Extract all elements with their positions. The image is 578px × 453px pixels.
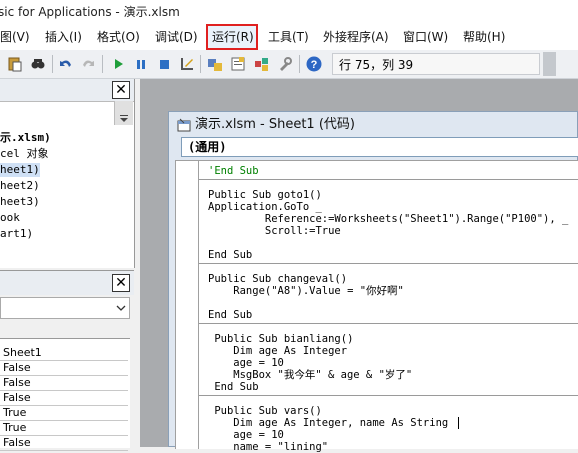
properties-object-combo[interactable] <box>0 297 130 319</box>
tree-item-objects-folder[interactable]: cel 对象 <box>0 147 49 161</box>
window-title: sic for Applications - 演示.xlsm <box>0 5 180 19</box>
code-line: Dim age As Integer, name As String <box>208 417 449 429</box>
property-value-row[interactable]: False <box>0 435 128 451</box>
code-line: age = 10 <box>208 429 284 441</box>
property-value-row[interactable]: True <box>0 405 128 421</box>
code-line: End Sub <box>208 249 253 261</box>
paste-icon[interactable] <box>7 56 23 72</box>
code-line: age = 10 <box>208 357 284 369</box>
reset-icon[interactable] <box>156 56 172 72</box>
code-line: Dim age As Integer <box>208 345 348 357</box>
svg-text:?: ? <box>311 59 318 71</box>
undo-icon[interactable] <box>58 56 74 72</box>
code-window: 演示.xlsm - Sheet1 (代码) (通用) 'End Sub Publ… <box>168 111 578 453</box>
code-line: Reference:=Worksheets("Sheet1").Range("P… <box>208 213 569 225</box>
property-value-row[interactable]: Sheet1 <box>0 345 128 361</box>
code-line: 'End Sub <box>208 165 259 177</box>
tree-item-sheet1[interactable]: heet1) <box>0 163 40 177</box>
code-line: End Sub <box>208 309 253 321</box>
properties-header: ✕ <box>0 270 134 296</box>
menu-tools[interactable]: 工具(T) <box>268 28 309 46</box>
menu-view[interactable]: 图(V) <box>0 28 30 46</box>
margin-indicator-bar[interactable] <box>176 161 199 449</box>
code-line: Range("A8").Value = "你好啊" <box>208 285 404 297</box>
code-line: Scroll:=True <box>208 225 341 237</box>
toolbar-options-handle[interactable] <box>543 52 556 76</box>
close-icon[interactable]: ✕ <box>112 274 130 292</box>
code-line: MsgBox "我今年" & age & "岁了" <box>208 369 413 381</box>
menu-debug[interactable]: 调试(D) <box>155 28 198 46</box>
menu-run[interactable]: 运行(R) <box>212 28 254 46</box>
tree-item-sheet2[interactable]: heet2) <box>0 179 40 193</box>
code-line: End Sub <box>208 381 259 393</box>
run-icon[interactable] <box>110 56 126 72</box>
menu-insert[interactable]: 插入(I) <box>45 28 82 46</box>
project-explorer-header: ✕ <box>0 79 134 102</box>
procedure-separator <box>199 263 578 264</box>
close-icon[interactable]: ✕ <box>112 81 130 99</box>
code-editor[interactable]: 'End Sub Public Sub goto1() Application.… <box>175 160 578 453</box>
code-line: Public Sub goto1() <box>208 189 322 201</box>
object-browser-icon[interactable] <box>254 56 270 72</box>
toolbox-icon[interactable] <box>277 56 293 72</box>
properties-grid: Sheet1 False False False True True False <box>0 338 130 451</box>
code-line: Public Sub bianliang() <box>208 333 354 345</box>
design-mode-icon[interactable] <box>179 56 195 72</box>
code-line: Public Sub changeval() <box>208 273 348 285</box>
code-line: Application.GoTo _ <box>208 201 322 213</box>
code-line: name = "lining" <box>208 441 329 453</box>
procedure-separator <box>199 323 578 324</box>
menu-addins[interactable]: 外接程序(A) <box>323 28 389 46</box>
property-value-row[interactable]: False <box>0 390 128 406</box>
project-scroll-arrow[interactable] <box>114 101 133 125</box>
redo-icon[interactable] <box>80 56 96 72</box>
object-combo[interactable]: (通用) <box>181 137 578 157</box>
menu-bar: 图(V) 插入(I) 格式(O) 调试(D) 运行(R) 工具(T) 外接程序(… <box>0 24 578 50</box>
project-explorer-icon[interactable] <box>207 56 223 72</box>
code-line: Public Sub vars() <box>208 405 322 417</box>
properties-icon[interactable] <box>230 56 246 72</box>
project-tree: 示.xlsm) cel 对象 heet1) heet2) heet3) ook … <box>0 127 114 267</box>
procedure-separator <box>199 395 578 396</box>
standard-toolbar: ? 行 75，列 39 <box>0 50 578 79</box>
menu-help[interactable]: 帮助(H) <box>463 28 505 46</box>
title-bar: sic for Applications - 演示.xlsm <box>0 0 578 24</box>
find-icon[interactable] <box>30 56 46 72</box>
break-icon[interactable] <box>133 56 149 72</box>
tree-item-chart1[interactable]: art1) <box>0 227 33 241</box>
help-icon[interactable]: ? <box>306 56 322 72</box>
property-value-row[interactable]: False <box>0 360 128 376</box>
tree-item-sheet3[interactable]: heet3) <box>0 195 40 209</box>
property-value-row[interactable]: True <box>0 420 128 436</box>
cursor-position: 行 75，列 39 <box>332 53 540 75</box>
text-cursor <box>458 417 459 429</box>
procedure-separator <box>199 179 578 180</box>
module-icon <box>177 118 191 132</box>
menu-format[interactable]: 格式(O) <box>97 28 140 46</box>
tree-item-thisworkbook[interactable]: ook <box>0 211 20 225</box>
property-value-row[interactable]: False <box>0 375 128 391</box>
menu-window[interactable]: 窗口(W) <box>403 28 448 46</box>
tree-item-workbook[interactable]: 示.xlsm) <box>0 131 51 145</box>
